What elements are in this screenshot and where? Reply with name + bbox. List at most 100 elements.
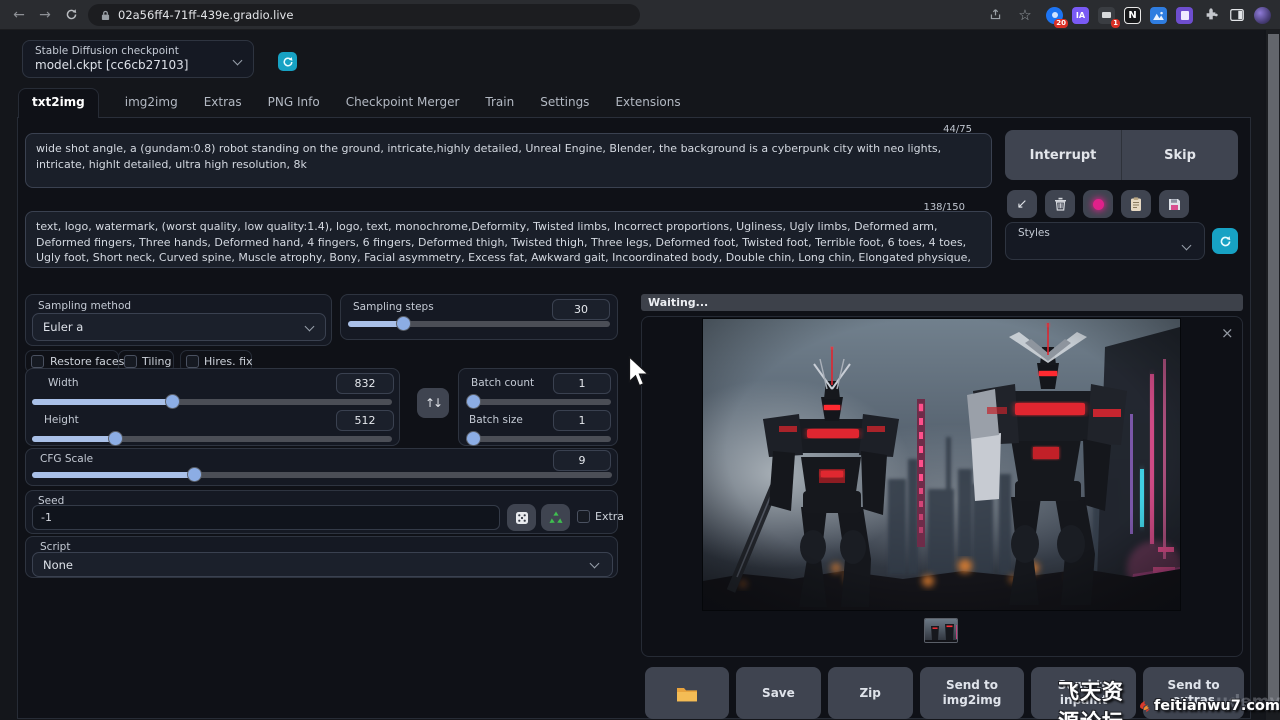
slider-thumb[interactable] [466,431,481,446]
extension-badge-1: 1 [1111,19,1120,28]
slider-thumb[interactable] [466,394,481,409]
height-label: Height [44,414,79,426]
tiling-label: Tiling [142,355,172,368]
checkpoint-value[interactable]: model.ckpt [cc6cb27103] [35,58,188,72]
save-style-button[interactable] [1159,190,1189,218]
generated-image[interactable] [703,319,1180,610]
watermark-phoenix-icon [1138,695,1152,717]
tab-extensions[interactable]: Extensions [615,95,680,117]
extra-networks-button[interactable] [1083,190,1113,218]
dimensions-group: Width 832 Height 512 [25,368,400,446]
save-button[interactable]: Save [736,667,821,719]
bookmark-star-button[interactable]: ☆ [1014,4,1036,26]
styles-chevron-icon[interactable] [1182,241,1192,251]
skip-button[interactable]: Skip [1122,148,1238,163]
mouse-cursor [627,356,651,392]
sampling-method-chevron-icon [305,322,315,332]
seed-extra-checkbox[interactable] [577,510,590,523]
width-slider[interactable] [32,399,392,405]
batch-size-slider[interactable] [466,436,611,442]
slider-thumb[interactable] [165,394,180,409]
page-scrollbar-thumb[interactable] [1268,34,1279,710]
sampling-steps-input[interactable]: 30 [552,299,610,320]
tab-extras[interactable]: Extras [204,95,242,117]
extension-camera-icon[interactable]: 1 [1098,7,1115,24]
sampling-method-dropdown[interactable]: Euler a [32,313,326,341]
checkpoint-refresh-button[interactable] [278,52,297,71]
interrupt-skip-group: Interrupt Skip [1005,130,1238,180]
height-input[interactable]: 512 [336,410,394,431]
tab-img2img[interactable]: img2img [125,95,178,117]
extension-ia-icon[interactable]: IA [1072,7,1089,24]
tab-png-info[interactable]: PNG Info [268,95,320,117]
sampling-steps-label: Sampling steps [353,301,434,313]
slider-thumb[interactable] [108,431,123,446]
watermark-site-text: feitianwu7.com [1154,698,1280,714]
puzzle-icon [1204,8,1218,22]
extension-onenote-icon[interactable] [1176,7,1193,24]
sampling-steps-slider[interactable] [348,321,610,327]
cfg-scale-input[interactable]: 9 [553,450,611,471]
batch-count-input[interactable]: 1 [553,373,611,394]
width-input[interactable]: 832 [336,373,394,394]
hires-fix-label: Hires. fix [204,355,253,368]
share-button[interactable] [984,4,1006,26]
height-slider[interactable] [32,436,392,442]
batch-size-input[interactable]: 1 [553,410,611,431]
tab-train[interactable]: Train [485,95,514,117]
swap-dimensions-button[interactable]: ↑↓ [417,388,449,418]
checkpoint-chevron-icon[interactable] [233,56,243,66]
send-to-img2img-button[interactable]: Send to img2img [920,667,1025,719]
browser-back-button[interactable]: ← [8,4,30,26]
tiling-checkbox[interactable] [124,355,137,368]
extensions-puzzle-button[interactable] [1202,7,1219,24]
reuse-seed-button[interactable] [541,504,570,531]
batch-count-slider[interactable] [466,399,611,405]
tab-checkpoint-merger[interactable]: Checkpoint Merger [346,95,460,117]
clear-prompt-button[interactable] [1045,190,1075,218]
open-folder-button[interactable] [645,667,729,719]
close-gallery-button[interactable]: × [1221,324,1234,342]
camera-body [1102,12,1111,18]
negative-prompt-textarea[interactable]: text, logo, watermark, (worst quality, l… [25,211,992,268]
seed-extra-label: Extra [595,510,624,523]
swap-arrows-icon: ↑↓ [425,396,441,410]
apply-style-button[interactable] [1121,190,1151,218]
slider-thumb[interactable] [396,316,411,331]
slider-fill [32,472,194,478]
interrupt-button[interactable]: Interrupt [1005,148,1121,163]
share-icon [989,8,1002,21]
main-tabs: txt2img img2img Extras PNG Info Checkpoi… [18,89,681,117]
sampling-method-group: Sampling method Euler a [25,294,332,346]
sampling-steps-group: Sampling steps 30 [340,294,618,340]
extensions-row: 20 IA 1 N ⋮ [1046,4,1280,26]
tab-txt2img[interactable]: txt2img [18,88,99,118]
cfg-scale-slider[interactable] [32,472,612,478]
prompt-textarea[interactable]: wide shot angle, a (gundam:0.8) robot st… [25,133,992,188]
browser-forward-button[interactable]: → [34,4,56,26]
seed-input[interactable]: -1 [32,505,500,530]
extension-pin-icon[interactable]: 20 [1046,7,1063,24]
browser-reload-button[interactable] [60,4,82,26]
extension-notion-icon[interactable]: N [1124,7,1141,24]
gallery-thumbnail[interactable] [924,618,958,643]
styles-refresh-button[interactable] [1212,228,1238,254]
script-dropdown[interactable]: None [32,552,613,577]
restore-faces-checkbox[interactable] [31,355,44,368]
extension-image-icon[interactable] [1150,7,1167,24]
url-bar[interactable]: 02a56ff4-71ff-439e.gradio.live [88,4,640,26]
batch-group: Batch count 1 Batch size 1 [458,368,618,446]
tab-settings[interactable]: Settings [540,95,589,117]
zip-button[interactable]: Zip [828,667,913,719]
profile-avatar[interactable] [1254,7,1271,24]
sampling-method-label: Sampling method [38,300,131,312]
random-seed-button[interactable] [507,504,536,531]
slider-thumb[interactable] [187,467,202,482]
recycle-icon [549,511,563,524]
paste-params-button[interactable]: ↙ [1007,190,1037,218]
styles-label: Styles [1018,227,1050,239]
side-panel-button[interactable] [1228,7,1245,24]
hires-fix-checkbox[interactable] [186,355,199,368]
refresh-icon [282,56,294,68]
dice-icon [515,511,529,525]
